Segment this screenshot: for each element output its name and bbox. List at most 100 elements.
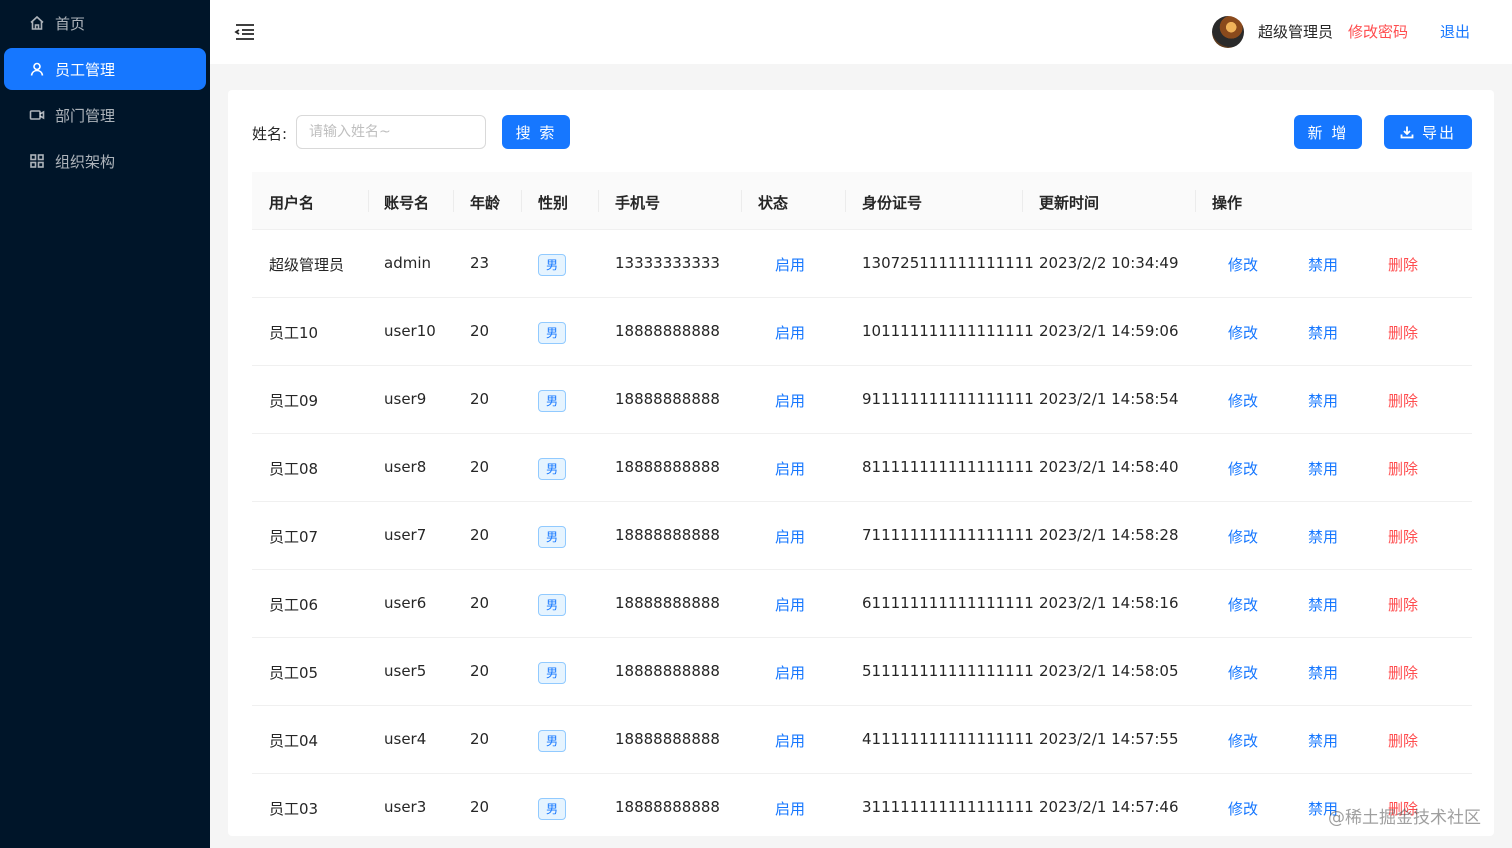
cell-account: admin: [384, 254, 431, 272]
column-header: 性别: [538, 194, 569, 212]
home-icon: [28, 14, 46, 32]
status-toggle-link[interactable]: 启用: [775, 254, 805, 275]
column-header: 操作: [1212, 194, 1243, 212]
delete-link[interactable]: 删除: [1388, 254, 1418, 275]
cell-id-card: 511111111111111111: [862, 662, 1034, 680]
cell-account: user6: [384, 594, 427, 612]
menu-fold-icon[interactable]: [234, 22, 256, 42]
column-divider: [521, 190, 522, 212]
cell-account: user4: [384, 730, 427, 748]
cell-username: 员工10: [269, 324, 319, 342]
cell-account: user7: [384, 526, 427, 544]
sidebar-item-department[interactable]: 部门管理: [4, 94, 206, 136]
status-toggle-link[interactable]: 启用: [775, 594, 805, 615]
disable-link[interactable]: 禁用: [1308, 730, 1338, 751]
cell-id-card: 611111111111111111: [862, 594, 1034, 612]
gender-tag: 男: [538, 458, 567, 480]
disable-link[interactable]: 禁用: [1308, 458, 1338, 479]
disable-link[interactable]: 禁用: [1308, 322, 1338, 343]
top-header: 超级管理员 修改密码 退出: [210, 0, 1512, 64]
column-header: 身份证号: [862, 194, 923, 212]
disable-link[interactable]: 禁用: [1308, 390, 1338, 411]
column-header: 更新时间: [1039, 194, 1100, 212]
column-divider: [1022, 190, 1023, 212]
export-button-label: 导出: [1421, 123, 1456, 142]
cell-username: 员工06: [269, 596, 319, 614]
disable-link[interactable]: 禁用: [1308, 594, 1338, 615]
column-divider: [368, 190, 369, 212]
edit-link[interactable]: 修改: [1228, 798, 1258, 819]
disable-link[interactable]: 禁用: [1308, 662, 1338, 683]
column-header: 账号名: [384, 194, 430, 212]
search-input[interactable]: [296, 115, 486, 149]
edit-link[interactable]: 修改: [1228, 322, 1258, 343]
delete-link[interactable]: 删除: [1388, 322, 1418, 343]
search-button[interactable]: 搜 索: [502, 115, 570, 149]
delete-link[interactable]: 删除: [1388, 730, 1418, 751]
status-toggle-link[interactable]: 启用: [775, 798, 805, 819]
cell-phone: 18888888888: [615, 798, 720, 816]
table-row: 员工10 user10 20 男 18888888888 启用 10111111111111…: [252, 298, 1472, 366]
edit-link[interactable]: 修改: [1228, 662, 1258, 683]
cell-updated-time: 2023/2/1 14:58:54: [1039, 390, 1179, 408]
status-toggle-link[interactable]: 启用: [775, 458, 805, 479]
edit-link[interactable]: 修改: [1228, 594, 1258, 615]
table-row: 员工07 user7 20 男 18888888888 启用 711111111111111…: [252, 502, 1472, 570]
delete-link[interactable]: 删除: [1388, 526, 1418, 547]
cell-updated-time: 2023/2/1 14:58:40: [1039, 458, 1179, 476]
delete-link[interactable]: 删除: [1388, 662, 1418, 683]
watermark: @稀土掘金技术社区: [1328, 808, 1481, 828]
export-button[interactable]: 导出: [1384, 115, 1472, 149]
cell-updated-time: 2023/2/1 14:58:16: [1039, 594, 1179, 612]
delete-link[interactable]: 删除: [1388, 390, 1418, 411]
column-divider: [453, 190, 454, 212]
cell-username: 员工07: [269, 528, 319, 546]
cell-id-card: 130725111111111111: [862, 254, 1034, 272]
cell-updated-time: 2023/2/1 14:57:46: [1039, 798, 1179, 816]
table-row: 超级管理员 admin 23 男 13333333333 启用 13072511111111…: [252, 230, 1472, 298]
table-row: 员工04 user4 20 男 18888888888 启用 411111111111111…: [252, 706, 1472, 774]
avatar[interactable]: [1212, 16, 1244, 48]
sidebar-item-employee[interactable]: 员工管理: [4, 48, 206, 90]
status-toggle-link[interactable]: 启用: [775, 730, 805, 751]
status-toggle-link[interactable]: 启用: [775, 322, 805, 343]
column-header: 年龄: [470, 194, 501, 212]
cell-id-card: 711111111111111111: [862, 526, 1034, 544]
cell-age: 20: [470, 526, 490, 544]
video-icon: [28, 106, 46, 124]
sidebar: 首页 员工管理 部门管理 组织架构: [0, 0, 210, 848]
gender-tag: 男: [538, 594, 567, 616]
column-divider: [741, 190, 742, 212]
logout-link[interactable]: 退出: [1440, 21, 1470, 42]
cell-updated-time: 2023/2/1 14:57:55: [1039, 730, 1179, 748]
status-toggle-link[interactable]: 启用: [775, 390, 805, 411]
edit-link[interactable]: 修改: [1228, 730, 1258, 751]
status-toggle-link[interactable]: 启用: [775, 662, 805, 683]
cell-age: 23: [470, 254, 490, 272]
edit-link[interactable]: 修改: [1228, 458, 1258, 479]
column-divider: [598, 190, 599, 212]
cluster-icon: [28, 152, 46, 170]
table-row: 员工06 user6 20 男 18888888888 启用 611111111111111…: [252, 570, 1472, 638]
sidebar-item-home[interactable]: 首页: [4, 2, 206, 44]
gender-tag: 男: [538, 662, 567, 684]
edit-link[interactable]: 修改: [1228, 254, 1258, 275]
sidebar-item-org[interactable]: 组织架构: [4, 140, 206, 182]
cell-phone: 18888888888: [615, 730, 720, 748]
disable-link[interactable]: 禁用: [1308, 526, 1338, 547]
change-password-link[interactable]: 修改密码: [1348, 21, 1408, 42]
edit-link[interactable]: 修改: [1228, 526, 1258, 547]
delete-link[interactable]: 删除: [1388, 458, 1418, 479]
cell-id-card: 811111111111111111: [862, 458, 1034, 476]
sidebar-item-label: 组织架构: [55, 152, 116, 171]
add-button[interactable]: 新 增: [1294, 115, 1362, 149]
table-body: 超级管理员 admin 23 男 13333333333 启用 13072511111111…: [252, 230, 1472, 836]
cell-username: 员工04: [269, 732, 319, 750]
cell-username: 员工08: [269, 460, 319, 478]
delete-link[interactable]: 删除: [1388, 594, 1418, 615]
disable-link[interactable]: 禁用: [1308, 254, 1338, 275]
table-header: 用户名 账号名 年龄 性别 手机号 状态 身份证号 更新时间 操作: [252, 172, 1472, 230]
status-toggle-link[interactable]: 启用: [775, 526, 805, 547]
edit-link[interactable]: 修改: [1228, 390, 1258, 411]
cell-username: 员工03: [269, 800, 319, 818]
